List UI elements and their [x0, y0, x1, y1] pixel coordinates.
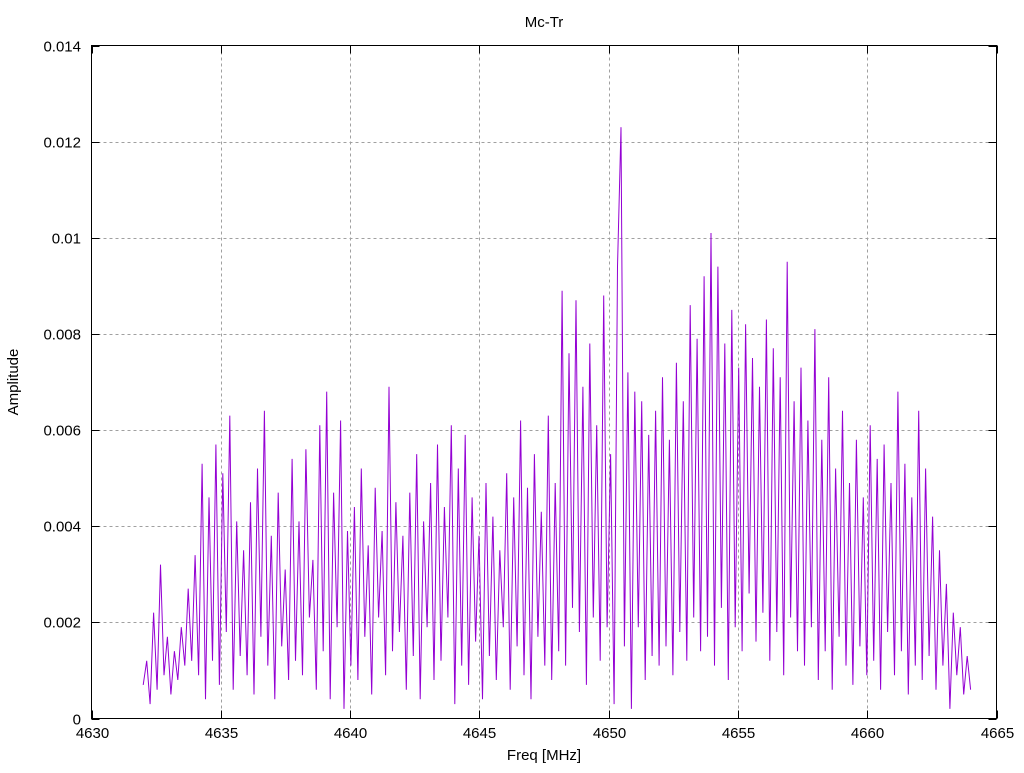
y-tick-label: 0.004: [43, 519, 81, 536]
y-tick-label: 0.014: [43, 39, 81, 56]
x-tick-label: 4650: [593, 725, 626, 742]
x-tick-label: 4635: [205, 725, 238, 742]
y-tick-label: 0.006: [43, 423, 81, 440]
x-axis-label: Freq [MHz]: [507, 747, 581, 764]
y-tick-label: 0.012: [43, 135, 81, 152]
ticks: 4630 4635 4640 4645 4650 4655 4660 466500.0020.…: [43, 39, 1014, 743]
chart-title: Mc-Tr: [525, 14, 564, 31]
series-layer: [142, 127, 972, 709]
x-tick-label: 4640: [334, 725, 367, 742]
x-tick-label: 4645: [463, 725, 496, 742]
y-tick-label: 0.01: [52, 231, 81, 248]
x-tick-label: 4655: [722, 725, 755, 742]
y-tick-label: 0.002: [43, 615, 81, 632]
y-axis-label: Amplitude: [5, 349, 22, 416]
y-tick-label: 0.008: [43, 327, 81, 344]
amplitude-chart: 4630 4635 4640 4645 4650 4655 4660 466500.0020.…: [5, 14, 1014, 764]
x-tick-label: 4665: [981, 725, 1014, 742]
y-tick-label: 0: [73, 712, 81, 729]
x-tick-label: 4660: [851, 725, 884, 742]
series-line: [142, 127, 972, 709]
